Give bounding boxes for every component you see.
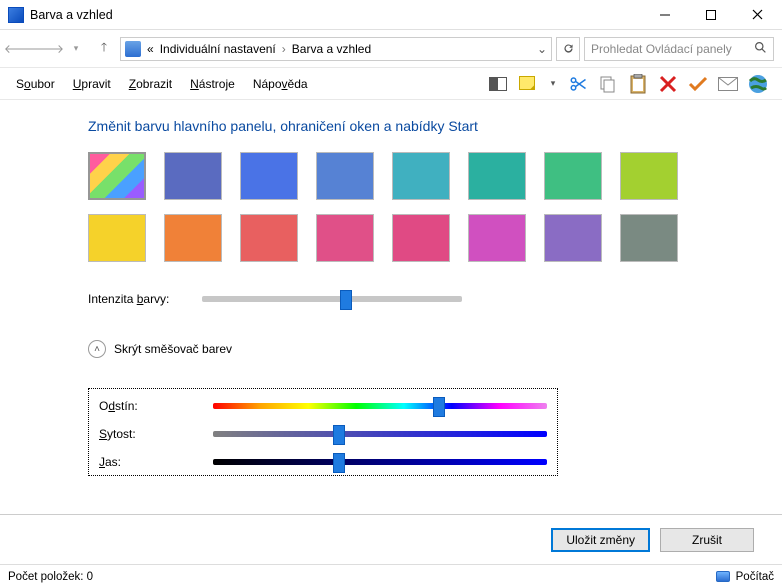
refresh-button[interactable] — [556, 37, 580, 61]
address-dropdown-icon[interactable]: ⌄ — [537, 42, 547, 56]
search-icon — [754, 41, 767, 57]
cancel-button[interactable]: Zrušit — [660, 528, 754, 552]
content-pane: Změnit barvu hlavního panelu, ohraničení… — [0, 100, 782, 514]
clipboard-icon[interactable] — [628, 74, 648, 94]
save-button[interactable]: Uložit změny — [551, 528, 650, 552]
menu-nastroje[interactable]: Nástroje — [182, 73, 243, 95]
status-location: Počítač — [736, 571, 774, 583]
color-swatch-12[interactable] — [392, 214, 450, 262]
close-button[interactable] — [734, 0, 780, 30]
scissors-icon[interactable] — [568, 74, 588, 94]
saturation-label: Sytost: — [99, 427, 199, 441]
page-title: Změnit barvu hlavního panelu, ohraničení… — [88, 118, 752, 134]
window-title: Barva a vzhled — [30, 8, 642, 22]
intensity-label: Intenzita barvy: — [88, 292, 188, 306]
color-swatch-9[interactable] — [164, 214, 222, 262]
minimize-button[interactable] — [642, 0, 688, 30]
color-swatch-grid — [88, 152, 752, 262]
color-swatch-7[interactable] — [620, 152, 678, 200]
color-swatch-15[interactable] — [620, 214, 678, 262]
saturation-slider[interactable] — [213, 431, 547, 437]
copy-icon[interactable] — [598, 74, 618, 94]
color-swatch-8[interactable] — [88, 214, 146, 262]
luminance-slider[interactable] — [213, 459, 547, 465]
search-input[interactable]: Prohledat Ovládací panely — [584, 37, 774, 61]
nav-forward-button[interactable]: 🡒 — [36, 37, 60, 61]
address-bar[interactable]: « Individuální nastavení › Barva a vzhle… — [120, 37, 552, 61]
checkmark-icon[interactable] — [688, 74, 708, 94]
color-swatch-0[interactable] — [88, 152, 146, 200]
nav-up-button[interactable]: 🡑 — [92, 37, 116, 61]
maximize-button[interactable] — [688, 0, 734, 30]
app-icon — [8, 7, 24, 23]
control-panel-icon — [125, 41, 141, 57]
color-swatch-4[interactable] — [392, 152, 450, 200]
color-swatch-10[interactable] — [240, 214, 298, 262]
menu-napoveda[interactable]: Nápověda — [245, 73, 316, 95]
status-item-count: Počet položek: 0 — [8, 571, 93, 583]
breadcrumb-prefix: « — [147, 42, 154, 56]
breadcrumb-item-1[interactable]: Individuální nastavení — [160, 42, 276, 56]
toggle-color-mixer[interactable]: ˄ Skrýt směšovač barev — [88, 340, 558, 358]
globe-icon[interactable] — [748, 74, 768, 94]
menu-zobrazit[interactable]: Zobrazit — [121, 73, 180, 95]
menu-upravit[interactable]: Upravit — [65, 73, 119, 95]
color-swatch-1[interactable] — [164, 152, 222, 200]
search-placeholder: Prohledat Ovládací panely — [591, 42, 732, 56]
delete-icon[interactable] — [658, 74, 678, 94]
breadcrumb-item-2[interactable]: Barva a vzhled — [292, 42, 371, 56]
nav-recent-dropdown[interactable]: ▾ — [64, 37, 88, 61]
luminance-label: Jas: — [99, 455, 199, 469]
hue-slider[interactable] — [213, 403, 547, 409]
mail-icon[interactable] — [718, 74, 738, 94]
nav-back-button[interactable]: 🡐 — [8, 37, 32, 61]
toolbar-dropdown-icon[interactable]: ▾ — [548, 74, 558, 94]
color-swatch-5[interactable] — [468, 152, 526, 200]
hue-label: Odstín: — [99, 399, 199, 413]
color-swatch-14[interactable] — [544, 214, 602, 262]
contrast-icon[interactable] — [488, 74, 508, 94]
menu-soubor[interactable]: Soubor — [8, 73, 63, 95]
computer-icon — [716, 571, 730, 582]
color-swatch-11[interactable] — [316, 214, 374, 262]
color-swatch-2[interactable] — [240, 152, 298, 200]
color-swatch-13[interactable] — [468, 214, 526, 262]
chevron-up-icon: ˄ — [88, 340, 106, 358]
sticky-note-icon[interactable] — [518, 74, 538, 94]
color-swatch-3[interactable] — [316, 152, 374, 200]
color-swatch-6[interactable] — [544, 152, 602, 200]
breadcrumb-separator: › — [282, 42, 286, 56]
mixer-toggle-label: Skrýt směšovač barev — [114, 342, 232, 356]
intensity-slider[interactable] — [202, 296, 462, 302]
